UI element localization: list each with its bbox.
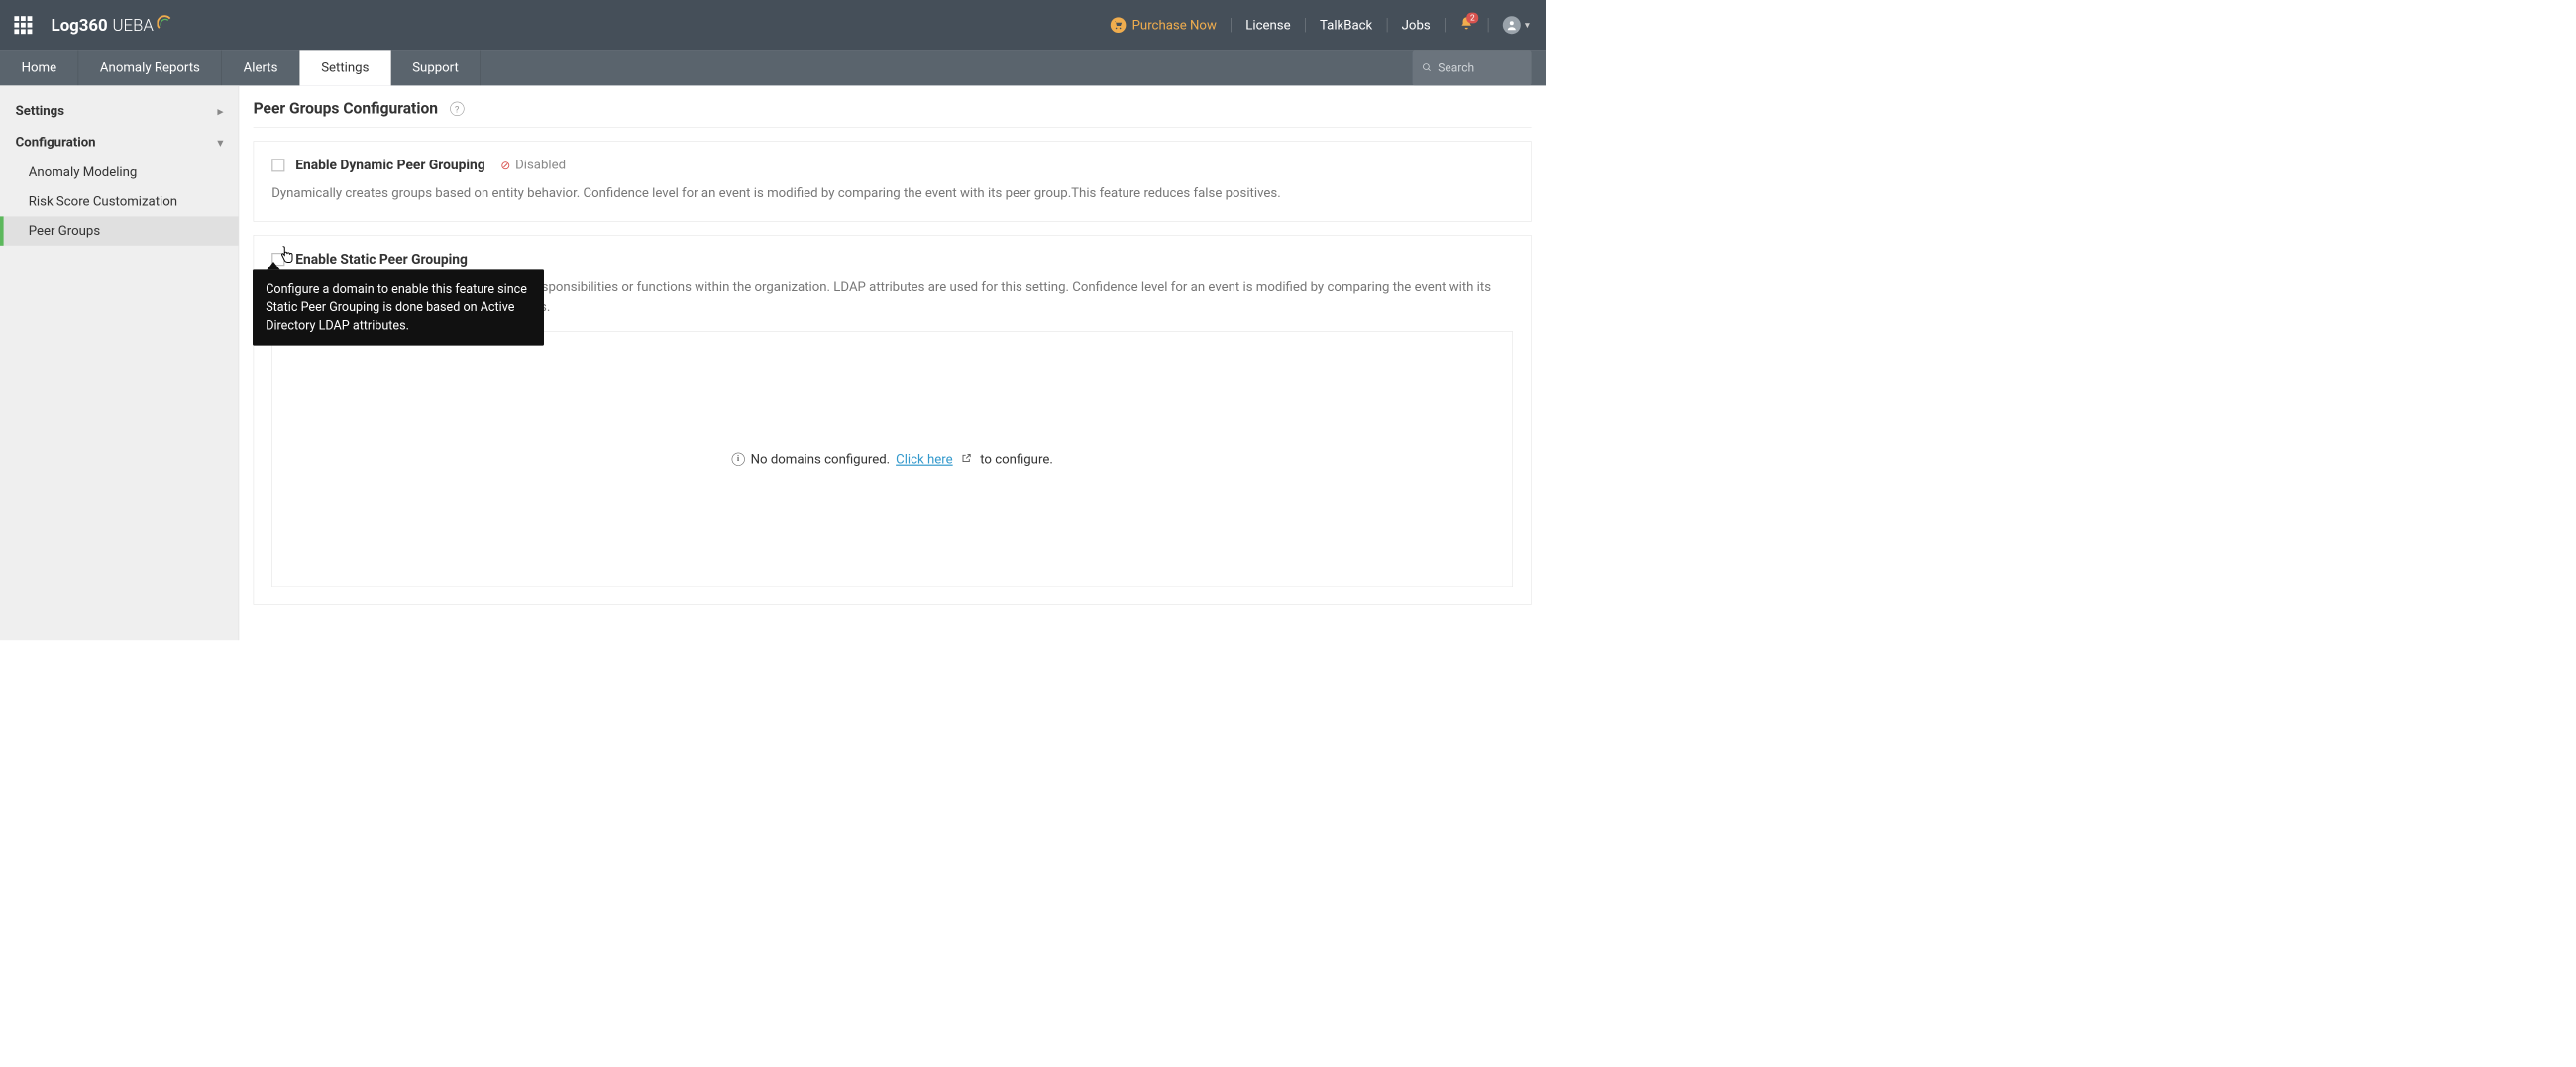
divider <box>1231 18 1232 32</box>
sidebar-configuration-label: Configuration <box>16 135 96 150</box>
logo-main: Log360 <box>52 15 108 35</box>
dynamic-status-text: Disabled <box>515 158 566 172</box>
static-domains-area: i No domains configured. Click here to c… <box>271 331 1513 587</box>
info-icon: i <box>731 453 744 466</box>
configure-domain-link[interactable]: Click here <box>896 452 953 467</box>
notifications-icon[interactable]: 2 <box>1459 16 1473 34</box>
dynamic-status: ⊘ Disabled <box>500 158 566 172</box>
logo-sub: UEBA <box>112 15 153 35</box>
search-input[interactable] <box>1438 60 1522 74</box>
chevron-down-icon: ▼ <box>1523 20 1531 30</box>
page-title-row: Peer Groups Configuration ? <box>254 95 1532 128</box>
jobs-link[interactable]: Jobs <box>1402 18 1431 33</box>
sidebar-item-risk-score[interactable]: Risk Score Customization <box>0 187 239 216</box>
license-link[interactable]: License <box>1245 18 1290 33</box>
static-peer-panel: Enable Static Peer Grouping Users are pe… <box>254 235 1532 605</box>
notif-badge: 2 <box>1466 13 1478 24</box>
dynamic-label: Enable Dynamic Peer Grouping <box>295 157 484 172</box>
help-icon[interactable]: ? <box>450 102 464 116</box>
no-domain-suffix: to configure. <box>980 452 1053 467</box>
tab-settings[interactable]: Settings <box>300 50 391 85</box>
purchase-now-label: Purchase Now <box>1132 18 1217 33</box>
no-domain-message: i No domains configured. Click here to c… <box>731 452 1052 467</box>
product-logo: Log360 UEBA <box>52 15 174 36</box>
header-right: Purchase Now License TalkBack Jobs 2 ▼ <box>1111 16 1532 34</box>
avatar-icon <box>1503 16 1521 34</box>
settings-sidebar: Settings Configuration Anomaly Modeling … <box>0 85 239 640</box>
talkback-link[interactable]: TalkBack <box>1320 18 1372 33</box>
tab-support[interactable]: Support <box>391 50 481 85</box>
dynamic-peer-panel: Enable Dynamic Peer Grouping ⊘ Disabled … <box>254 141 1532 222</box>
divider <box>1445 18 1446 32</box>
search-icon <box>1422 61 1432 73</box>
no-domain-prefix: No domains configured. <box>751 452 891 467</box>
static-tooltip: Configure a domain to enable this featur… <box>253 269 544 345</box>
chevron-right-icon <box>218 103 223 118</box>
sidebar-item-anomaly-modeling[interactable]: Anomaly Modeling <box>0 159 239 187</box>
sidebar-item-peer-groups[interactable]: Peer Groups <box>0 216 239 245</box>
global-search[interactable] <box>1413 50 1532 85</box>
cart-icon <box>1111 17 1127 33</box>
static-label: Enable Static Peer Grouping <box>295 251 468 267</box>
apps-grid-icon[interactable] <box>14 16 32 34</box>
purchase-now-link[interactable]: Purchase Now <box>1111 17 1217 33</box>
chevron-down-icon <box>218 135 223 150</box>
disabled-icon: ⊘ <box>500 158 510 171</box>
divider <box>1488 18 1489 32</box>
page-title: Peer Groups Configuration <box>254 100 438 118</box>
tab-home[interactable]: Home <box>0 50 78 85</box>
divider <box>1387 18 1388 32</box>
user-menu[interactable]: ▼ <box>1503 16 1532 34</box>
external-link-icon <box>961 452 972 466</box>
main-tabs: Home Anomaly Reports Alerts Settings Sup… <box>0 50 1546 85</box>
tab-alerts[interactable]: Alerts <box>222 50 300 85</box>
enable-dynamic-checkbox[interactable] <box>271 159 284 171</box>
tab-anomaly-reports[interactable]: Anomaly Reports <box>78 50 222 85</box>
sidebar-settings-label: Settings <box>16 103 64 118</box>
sidebar-section-configuration[interactable]: Configuration <box>0 127 239 159</box>
logo-arc-icon <box>158 15 174 36</box>
tooltip-text: Configure a domain to enable this featur… <box>266 282 527 333</box>
sidebar-section-settings[interactable]: Settings <box>0 95 239 127</box>
main-content: Peer Groups Configuration ? Enable Dynam… <box>239 85 1546 640</box>
divider <box>1305 18 1306 32</box>
top-header: Log360 UEBA Purchase Now License TalkBac… <box>0 0 1546 50</box>
dynamic-desc: Dynamically creates groups based on enti… <box>271 183 1513 203</box>
